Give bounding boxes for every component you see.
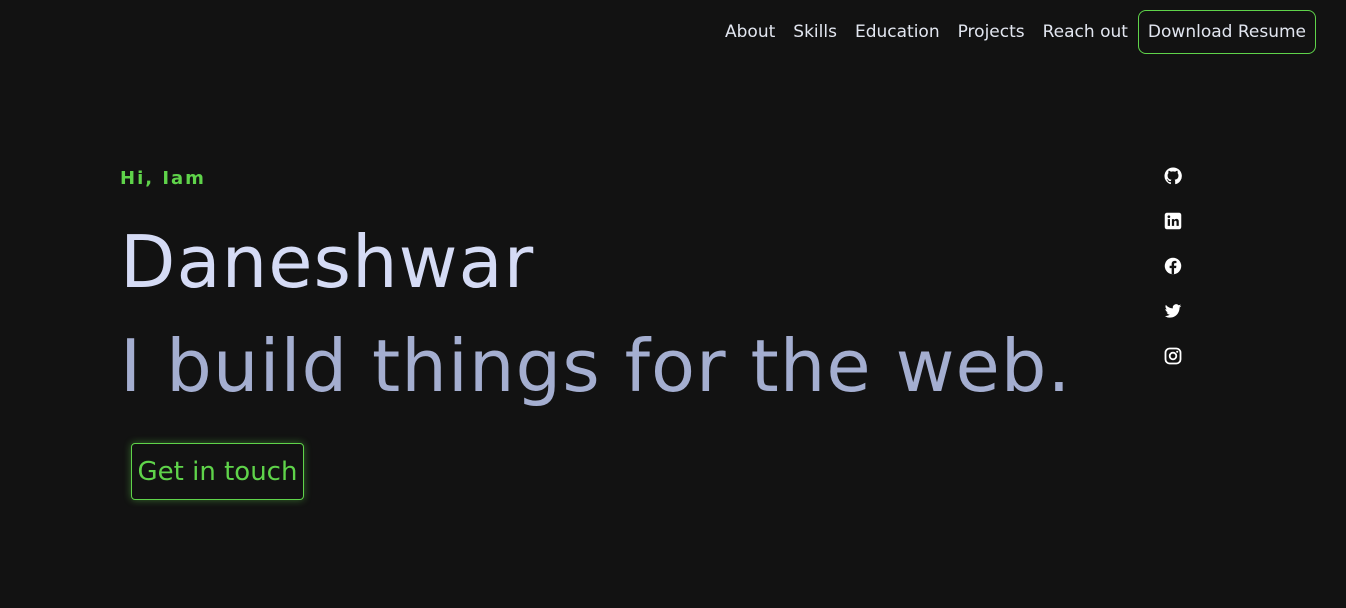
- nav-link-reach-out[interactable]: Reach out: [1043, 22, 1128, 42]
- nav-link-projects[interactable]: Projects: [958, 22, 1025, 42]
- nav-link-skills[interactable]: Skills: [793, 22, 837, 42]
- nav-link-education[interactable]: Education: [855, 22, 940, 42]
- github-link[interactable]: [1163, 166, 1183, 186]
- github-icon: [1164, 167, 1182, 185]
- linkedin-link[interactable]: [1163, 211, 1183, 231]
- twitter-icon: [1164, 304, 1182, 318]
- hero-tagline: I build things for the web.: [120, 324, 1072, 408]
- portfolio-page: About Skills Education Projects Reach ou…: [0, 0, 1346, 608]
- twitter-link[interactable]: [1163, 301, 1183, 321]
- hero-name: Daneshwar: [120, 220, 535, 304]
- linkedin-icon: [1164, 212, 1182, 230]
- hero-greeting: Hi, Iam: [120, 168, 206, 189]
- instagram-link[interactable]: [1163, 346, 1183, 366]
- social-links: [1163, 166, 1183, 391]
- get-in-touch-button[interactable]: Get in touch: [131, 443, 304, 500]
- instagram-icon: [1164, 347, 1182, 365]
- top-nav: About Skills Education Projects Reach ou…: [725, 9, 1316, 55]
- nav-link-about[interactable]: About: [725, 22, 775, 42]
- download-resume-button[interactable]: Download Resume: [1137, 10, 1316, 54]
- facebook-icon: [1164, 257, 1182, 275]
- facebook-link[interactable]: [1163, 256, 1183, 276]
